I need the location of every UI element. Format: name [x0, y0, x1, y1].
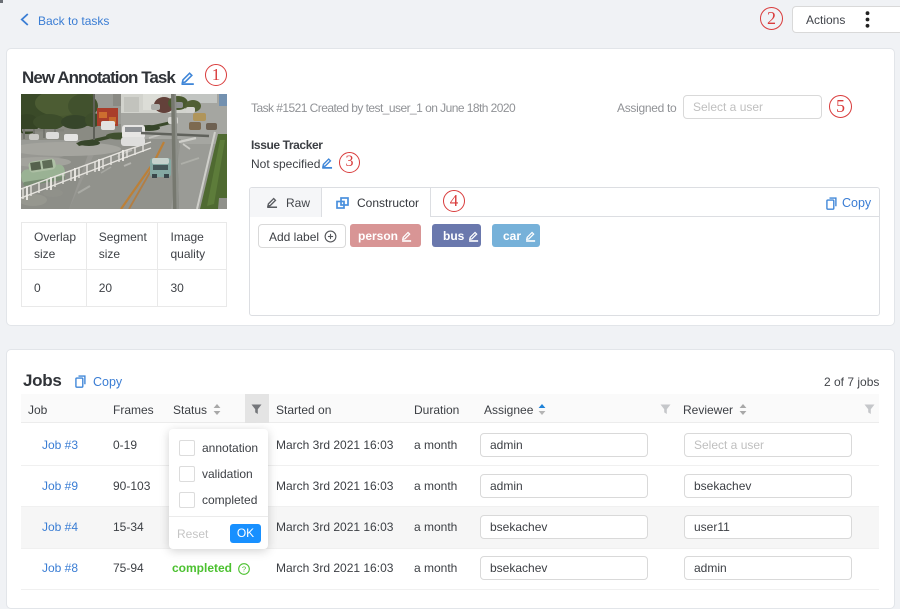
svg-text:?: ? [242, 565, 246, 574]
